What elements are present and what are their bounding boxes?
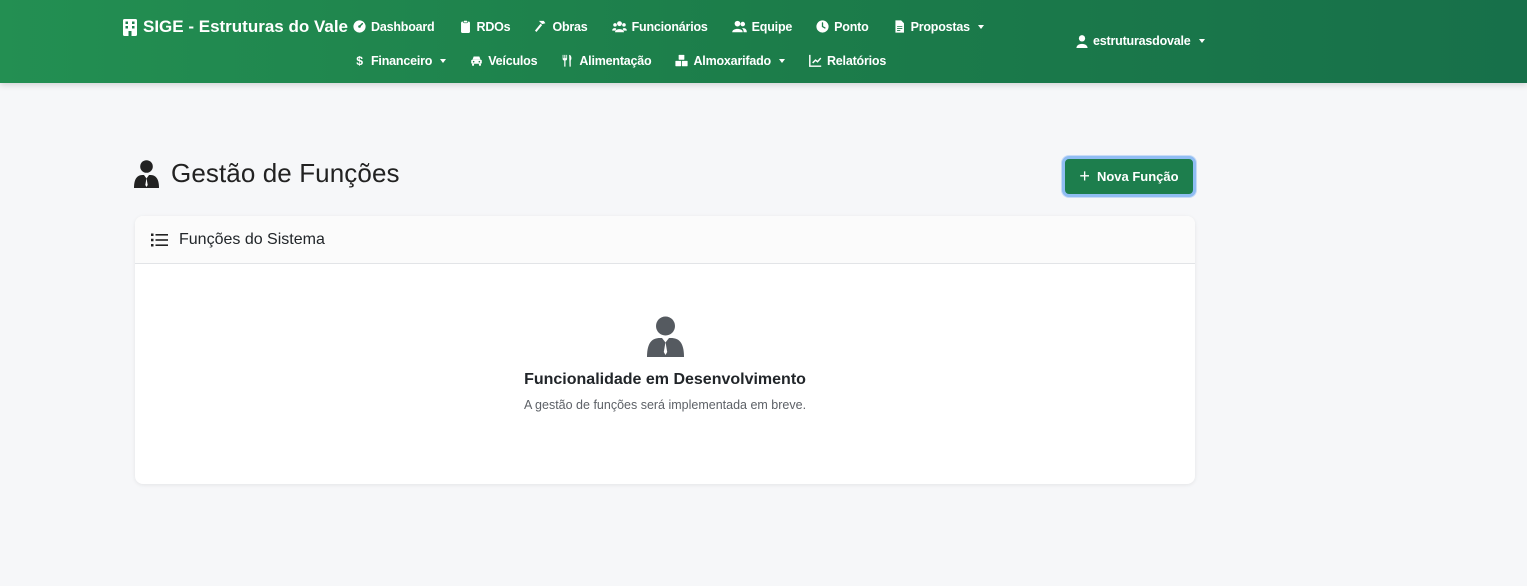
nav-relatorios-label: Relatórios — [826, 53, 887, 68]
brand-title: SIGE - Estruturas do Vale — [143, 17, 349, 36]
users-icon — [611, 21, 627, 33]
gauge-icon — [353, 20, 366, 33]
chevron-down-icon — [778, 58, 785, 63]
nav-propostas-label: Propostas — [910, 19, 971, 34]
user-menu[interactable]: estruturasdovale — [1076, 34, 1205, 48]
page-title: Gestão de Funções — [171, 158, 400, 188]
nav-alimentacao[interactable]: Alimentação — [561, 52, 652, 69]
nav-ponto-label: Ponto — [834, 19, 869, 34]
nav-rdos[interactable]: RDOs — [459, 18, 511, 35]
chevron-down-icon — [440, 58, 447, 63]
nav-rdos-label: RDOs — [476, 19, 511, 34]
brand-link[interactable]: SIGE - Estruturas do Vale — [123, 17, 348, 37]
functions-card: Funções do Sistema Funcionalidade em Des… — [135, 216, 1195, 484]
nav-dashboard-label: Dashboard — [371, 19, 435, 34]
nav-funcionarios[interactable]: Funcionários — [611, 18, 708, 35]
file-icon — [895, 20, 904, 33]
boxes-icon — [675, 54, 689, 67]
utensils-icon — [562, 54, 572, 67]
svg-text:$: $ — [356, 54, 363, 67]
nav-row-secondary: $ Financeiro Veículos Alimentação Almoxa… — [353, 52, 886, 69]
list-icon — [151, 233, 168, 246]
clock-icon — [816, 20, 829, 33]
empty-state: Funcionalidade em Desenvolvimento A gest… — [135, 316, 1195, 412]
new-function-button[interactable]: + Nova Função — [1062, 156, 1196, 197]
nav-veiculos-label: Veículos — [488, 53, 538, 68]
building-icon — [123, 18, 137, 36]
nav-almoxarifado-label: Almoxarifado — [693, 53, 771, 68]
user-group-icon — [731, 20, 747, 33]
user-icon — [1076, 34, 1088, 48]
plus-icon: + — [1079, 165, 1090, 186]
card-title: Funções do Sistema — [179, 230, 325, 248]
nav-obras-label: Obras — [552, 19, 588, 34]
chevron-down-icon — [977, 24, 984, 29]
card-header: Funções do Sistema — [135, 216, 1195, 264]
empty-state-title: Funcionalidade em Desenvolvimento — [524, 371, 806, 388]
new-function-button-label: Nova Função — [1096, 169, 1179, 184]
nav-almoxarifado[interactable]: Almoxarifado — [675, 52, 785, 69]
nav-funcionarios-label: Funcionários — [631, 19, 708, 34]
nav-equipe[interactable]: Equipe — [731, 18, 793, 35]
nav-obras[interactable]: Obras — [534, 18, 588, 35]
user-name: estruturasdovale — [1093, 34, 1191, 48]
nav-row-primary: Dashboard RDOs Obras Funcionários Equipe… — [353, 18, 984, 35]
hammer-icon — [535, 20, 546, 33]
nav-veiculos[interactable]: Veículos — [470, 52, 538, 69]
nav-financeiro[interactable]: $ Financeiro — [353, 52, 447, 69]
user-tie-icon — [646, 316, 684, 357]
nav-relatorios[interactable]: Relatórios — [809, 52, 886, 69]
nav-alimentacao-label: Alimentação — [579, 53, 652, 68]
nav-propostas[interactable]: Propostas — [893, 18, 984, 35]
chart-line-icon — [809, 54, 822, 67]
empty-state-subtitle: A gestão de funções será implementada em… — [523, 398, 807, 412]
chevron-down-icon — [1198, 39, 1205, 43]
nav-ponto[interactable]: Ponto — [816, 18, 869, 35]
top-navbar: SIGE - Estruturas do Vale Dashboard RDOs… — [0, 0, 1527, 83]
page-header: Gestão de Funções — [134, 158, 400, 189]
dollar-icon: $ — [356, 54, 363, 67]
nav-financeiro-label: Financeiro — [371, 53, 433, 68]
nav-dashboard[interactable]: Dashboard — [353, 18, 435, 35]
nav-equipe-label: Equipe — [751, 19, 793, 34]
clipboard-icon — [460, 20, 470, 33]
car-icon — [471, 56, 482, 66]
user-tie-icon — [134, 159, 159, 188]
